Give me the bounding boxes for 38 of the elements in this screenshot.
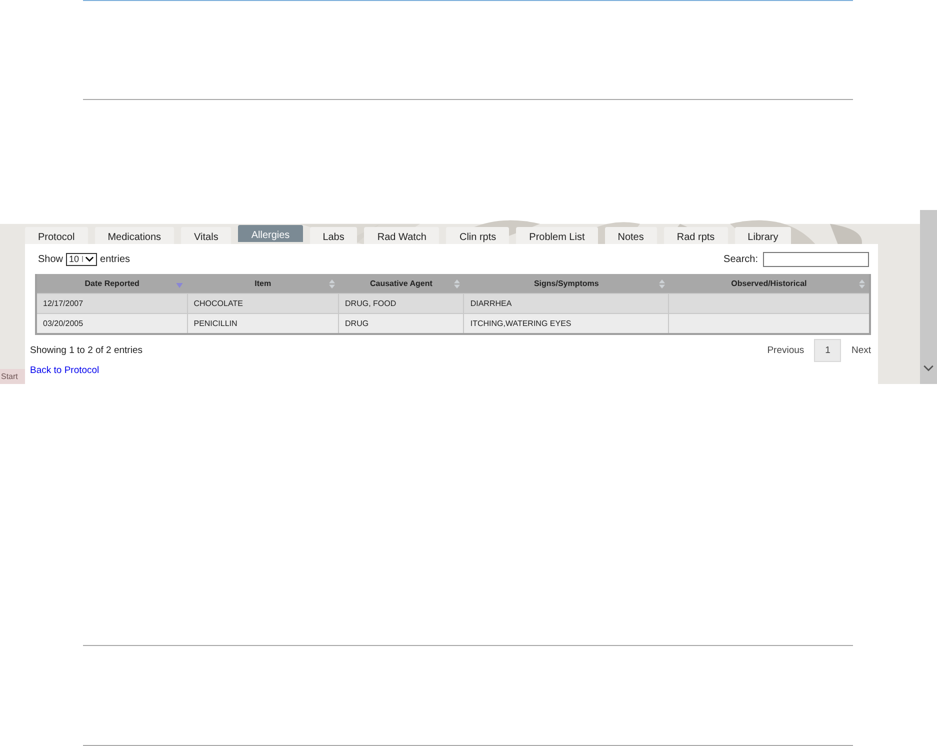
table-cell: CHOCOLATE [187, 294, 339, 314]
chevron-down-icon [82, 256, 94, 262]
tab[interactable]: Allergies [238, 225, 303, 242]
table-cell: DIARRHEA [464, 294, 669, 314]
tab[interactable]: Vitals [181, 227, 232, 244]
table-cell: PENICILLIN [187, 314, 339, 334]
chevron-down-icon [923, 365, 934, 372]
search-field[interactable] [763, 252, 869, 266]
table-cell: 03/20/2005 [36, 314, 188, 334]
scrollbar[interactable] [920, 210, 937, 384]
table-cell: DRUG [338, 314, 464, 334]
table-cell: ITCHING,WATERING EYES [464, 314, 669, 334]
entries-select[interactable]: 10 [66, 252, 98, 266]
tab[interactable]: Rad rpts [664, 227, 728, 244]
previous-button[interactable]: Previous [767, 344, 804, 356]
next-button[interactable]: Next [851, 344, 871, 356]
column-header[interactable]: Item [187, 274, 339, 294]
column-header[interactable]: Causative Agent [338, 274, 464, 294]
tab[interactable]: Clin rpts [446, 227, 510, 244]
tab[interactable]: Rad Watch [364, 227, 440, 244]
tab[interactable]: Library [734, 227, 792, 244]
tab[interactable]: Notes [604, 227, 657, 244]
entries-label: entries [100, 254, 130, 264]
show-label: Show [38, 254, 64, 264]
column-header[interactable]: Observed/Historical [668, 274, 870, 294]
tab[interactable]: Medications [94, 227, 174, 244]
column-header[interactable]: Signs/Symptoms [464, 274, 669, 294]
tab[interactable]: Protocol [25, 227, 88, 244]
table-cell: DRUG, FOOD [338, 294, 464, 314]
search-label: Search: [724, 254, 758, 264]
column-header[interactable]: Date Reported [36, 274, 188, 294]
start-button[interactable]: Start [0, 369, 25, 384]
entries-info: Showing 1 to 2 of 2 entries [30, 344, 142, 356]
back-link[interactable]: Back to Protocol [30, 365, 100, 376]
page-button[interactable]: 1 [814, 338, 842, 362]
tab[interactable]: Problem List [516, 227, 598, 244]
table-cell: 12/17/2007 [36, 294, 188, 314]
tab[interactable]: Labs [310, 227, 358, 244]
